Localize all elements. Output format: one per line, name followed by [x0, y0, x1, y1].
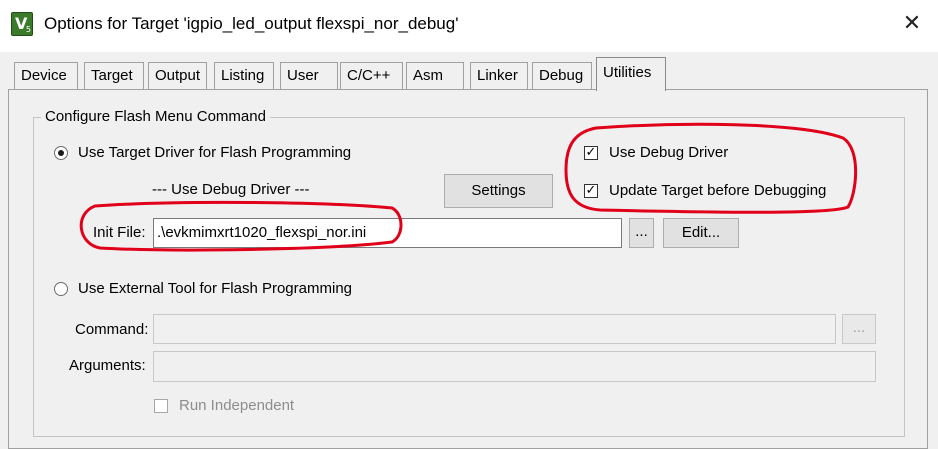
- use-debug-driver-label[interactable]: Use Debug Driver: [609, 144, 728, 161]
- command-label: Command:: [75, 321, 149, 338]
- command-field[interactable]: [153, 314, 836, 344]
- init-file-label: Init File:: [93, 224, 146, 241]
- app-icon-sub: 5: [25, 25, 31, 34]
- flash-menu-groupbox: [33, 117, 905, 437]
- update-target-checkbox[interactable]: ✓: [584, 184, 598, 198]
- use-target-driver-radio[interactable]: [54, 146, 68, 160]
- run-independent-label: Run Independent: [179, 397, 295, 414]
- flash-menu-group-title: Configure Flash Menu Command: [41, 108, 270, 125]
- tab-target[interactable]: Target: [84, 62, 144, 90]
- command-browse-button[interactable]: ...: [842, 314, 876, 344]
- checkmark-icon: ✓: [585, 145, 597, 160]
- edit-button[interactable]: Edit...: [663, 218, 739, 248]
- use-external-tool-label[interactable]: Use External Tool for Flash Programming: [78, 280, 352, 297]
- use-debug-driver-checkbox[interactable]: ✓: [584, 146, 598, 160]
- settings-button[interactable]: Settings: [444, 174, 553, 208]
- tab-c-cpp[interactable]: C/C++: [340, 62, 403, 90]
- tab-strip: Device Target Output Listing User C/C++ …: [0, 52, 938, 92]
- tab-output[interactable]: Output: [148, 62, 207, 90]
- arguments-field[interactable]: [153, 351, 876, 382]
- run-independent-checkbox[interactable]: [154, 399, 168, 413]
- driver-caption: --- Use Debug Driver ---: [152, 181, 310, 198]
- arguments-label: Arguments:: [69, 357, 146, 374]
- use-external-tool-radio[interactable]: [54, 282, 68, 296]
- keil-uvision-icon: V 5: [11, 12, 33, 36]
- title-bar: V 5 Options for Target 'igpio_led_output…: [0, 0, 938, 52]
- tab-user[interactable]: User: [280, 62, 338, 90]
- tab-debug[interactable]: Debug: [532, 62, 592, 90]
- tab-linker[interactable]: Linker: [470, 62, 528, 90]
- window-title: Options for Target 'igpio_led_output fle…: [44, 14, 459, 33]
- init-file-browse-button[interactable]: ...: [629, 218, 654, 248]
- checkmark-icon: ✓: [585, 183, 597, 198]
- update-target-label[interactable]: Update Target before Debugging: [609, 182, 826, 199]
- tab-device[interactable]: Device: [14, 62, 78, 90]
- tab-utilities[interactable]: Utilities: [596, 57, 666, 91]
- use-target-driver-label[interactable]: Use Target Driver for Flash Programming: [78, 144, 351, 161]
- init-file-field[interactable]: .\evkmimxrt1020_flexspi_nor.ini: [153, 218, 622, 248]
- close-icon[interactable]: ✕: [900, 12, 924, 36]
- tab-asm[interactable]: Asm: [406, 62, 464, 90]
- tab-listing[interactable]: Listing: [214, 62, 274, 90]
